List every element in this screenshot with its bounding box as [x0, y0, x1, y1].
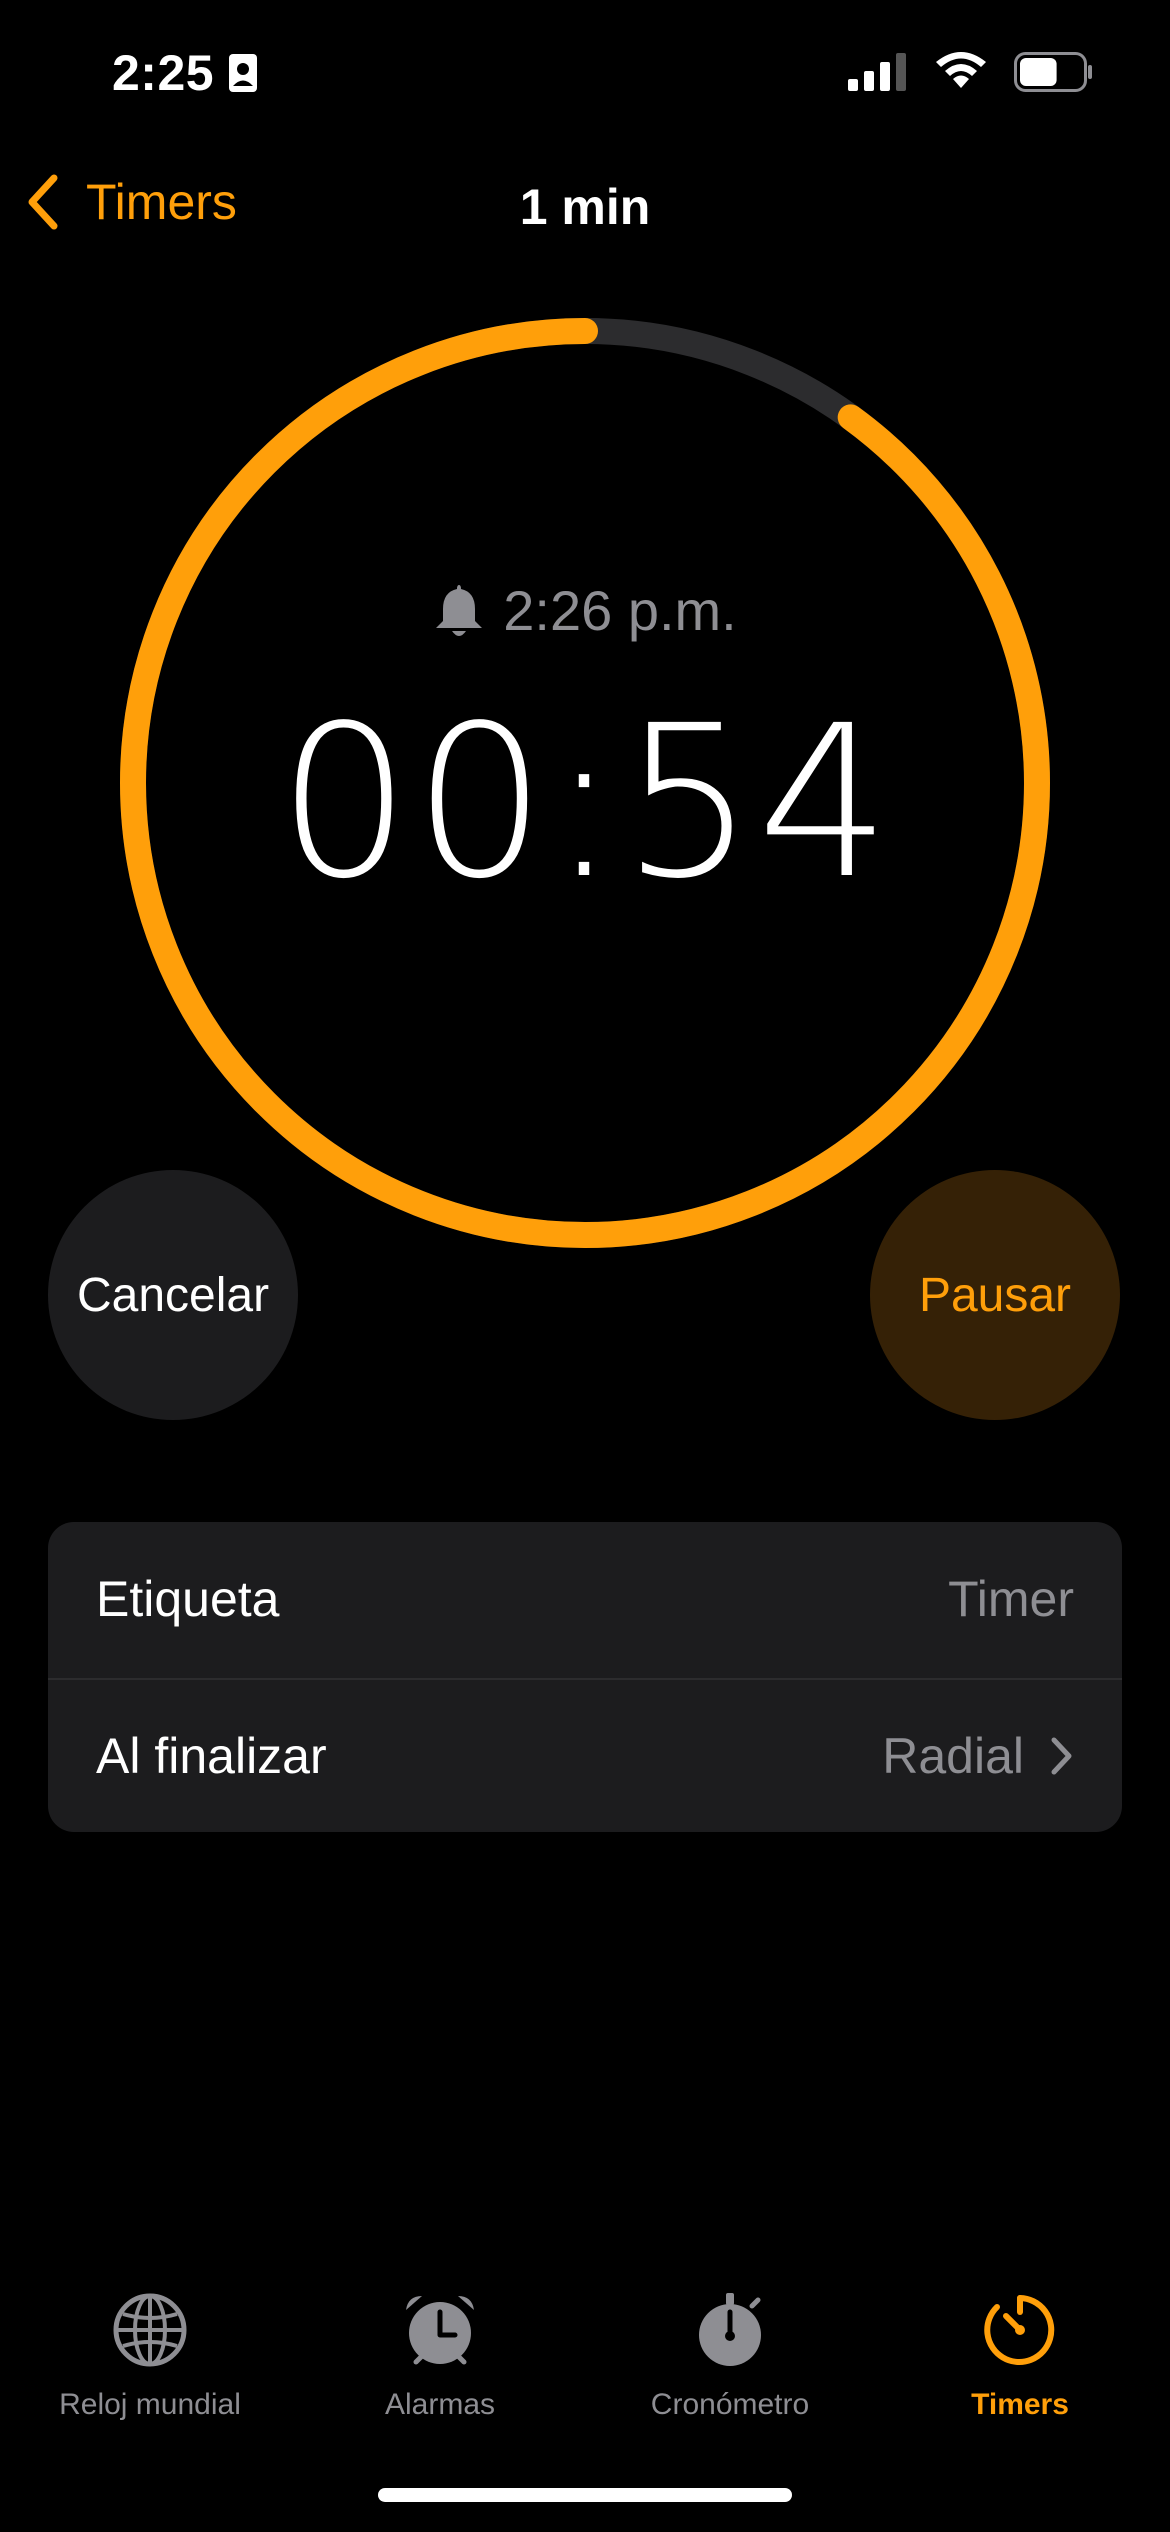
- battery-icon: [1014, 52, 1092, 92]
- timer-settings-card: Etiqueta Timer Al finalizar Radial: [48, 1522, 1122, 1832]
- tab-stopwatch[interactable]: Cronómetro: [580, 2290, 880, 2422]
- chevron-right-icon: [1051, 1737, 1072, 1775]
- tab-alarms-label: Alarmas: [384, 2388, 496, 2421]
- alarm-time: 2:26 p.m.: [503, 579, 737, 642]
- bell-icon: [436, 584, 483, 636]
- stopwatch-icon: [699, 2293, 761, 2366]
- when-finished-row-title: Al finalizar: [96, 1728, 327, 1784]
- status-time: 2:25: [112, 45, 215, 101]
- cancel-button-label: Cancelar: [76, 1268, 270, 1322]
- pause-button[interactable]: Pausar: [870, 1170, 1120, 1420]
- globe-icon: [113, 2293, 187, 2367]
- contact-card-icon: [229, 54, 258, 92]
- when-finished-row-value-group: Radial: [882, 1727, 1074, 1785]
- cellular-signal-icon: [848, 53, 906, 91]
- home-indicator[interactable]: [378, 2488, 792, 2502]
- tab-timers[interactable]: Timers: [870, 2290, 1170, 2422]
- cancel-button[interactable]: Cancelar: [48, 1170, 298, 1420]
- timer-icon: [984, 2295, 1055, 2365]
- tab-timers-label: Timers: [971, 2388, 1069, 2421]
- alarm-time-group: 2:26 p.m.: [0, 578, 1170, 643]
- label-row-value: Timer: [948, 1571, 1074, 1627]
- tab-alarms[interactable]: Alarmas: [290, 2290, 590, 2422]
- tab-world-clock[interactable]: Reloj mundial: [0, 2290, 300, 2422]
- status-bar-right: [848, 52, 1094, 92]
- status-bar-time-group: 2:25: [112, 44, 258, 102]
- label-row-title: Etiqueta: [96, 1571, 280, 1627]
- pause-button-label: Pausar: [918, 1268, 1072, 1322]
- when-finished-row[interactable]: Al finalizar Radial: [48, 1678, 1122, 1832]
- label-row[interactable]: Etiqueta Timer: [48, 1522, 1122, 1676]
- remaining-time: 00:54: [277, 680, 893, 925]
- tab-world-clock-label: Reloj mundial: [59, 2388, 241, 2421]
- tab-stopwatch-label: Cronómetro: [650, 2388, 810, 2421]
- alarm-clock-icon: [406, 2296, 474, 2365]
- when-finished-row-value: Radial: [882, 1728, 1024, 1784]
- wifi-icon: [936, 52, 986, 88]
- tab-bar: Reloj mundial Alarmas Cronómetro Timers: [0, 2290, 1170, 2450]
- page-title: 1 min: [519, 179, 651, 235]
